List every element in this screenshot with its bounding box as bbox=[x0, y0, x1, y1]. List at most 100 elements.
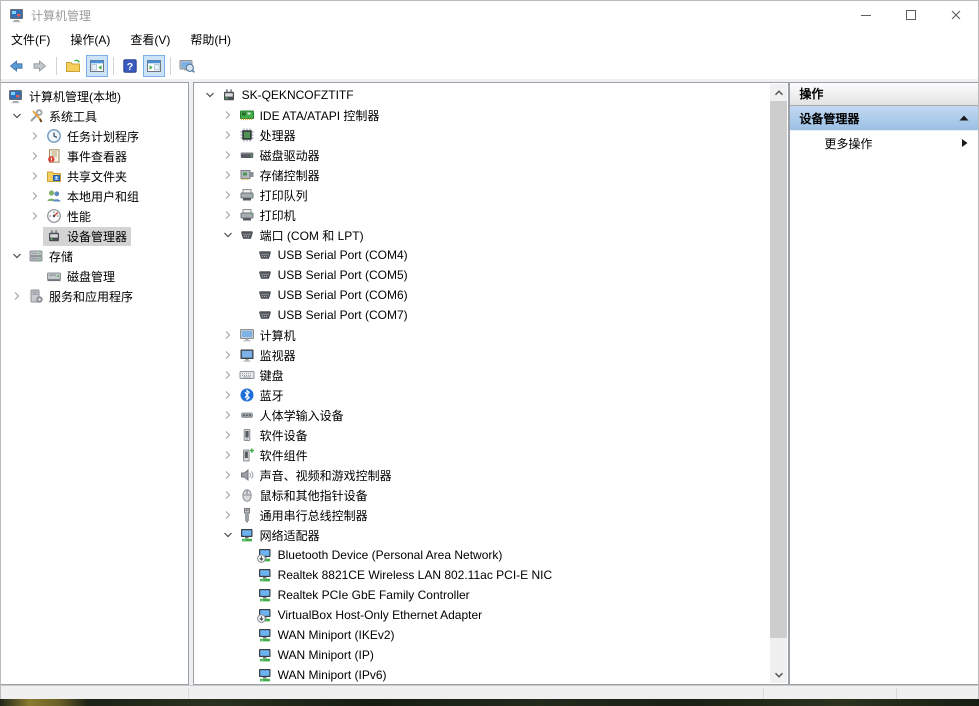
chevron-collapsed-icon[interactable] bbox=[220, 387, 236, 403]
tree-item-body[interactable]: 服务和应用程序 bbox=[25, 287, 137, 306]
chevron-collapsed-icon[interactable] bbox=[220, 187, 236, 203]
tree-item[interactable]: 存储控制器 bbox=[194, 165, 789, 185]
action-pane-toggle-button[interactable] bbox=[143, 55, 165, 77]
tree-item[interactable]: 磁盘驱动器 bbox=[194, 145, 789, 165]
tree-item[interactable]: 性能 bbox=[1, 206, 188, 226]
tree-item[interactable]: 端口 (COM 和 LPT) bbox=[194, 225, 789, 245]
tree-item-body[interactable]: 端口 (COM 和 LPT) bbox=[236, 226, 368, 245]
chevron-collapsed-icon[interactable] bbox=[27, 208, 43, 224]
tree-item[interactable]: 事件查看器 bbox=[1, 146, 188, 166]
scrollbar-thumb[interactable] bbox=[770, 101, 787, 638]
tree-item-body[interactable]: USB Serial Port (COM4) bbox=[254, 246, 412, 264]
tree-item[interactable]: 鼠标和其他指针设备 bbox=[194, 485, 789, 505]
tree-item[interactable]: 打印机 bbox=[194, 205, 789, 225]
tree-item-body[interactable]: Bluetooth Device (Personal Area Network) bbox=[254, 546, 507, 564]
tree-item-body[interactable]: VirtualBox Host-Only Ethernet Adapter bbox=[254, 606, 487, 624]
more-actions-item[interactable]: 更多操作 bbox=[790, 131, 978, 155]
tree-item[interactable]: 网络适配器 bbox=[194, 525, 789, 545]
chevron-collapsed-icon[interactable] bbox=[220, 107, 236, 123]
tree-item-body[interactable]: 性能 bbox=[43, 207, 95, 226]
tree-item[interactable]: WAN Miniport (IKEv2) bbox=[194, 625, 789, 645]
tree-item[interactable]: Realtek 8821CE Wireless LAN 802.11ac PCI… bbox=[194, 565, 789, 585]
chevron-collapsed-icon[interactable] bbox=[220, 327, 236, 343]
tree-item-body[interactable]: IDE ATA/ATAPI 控制器 bbox=[236, 106, 384, 125]
chevron-collapsed-icon[interactable] bbox=[220, 487, 236, 503]
close-button[interactable] bbox=[933, 1, 978, 29]
tree-item[interactable]: 设备管理器 bbox=[1, 226, 188, 246]
tree-item[interactable]: 任务计划程序 bbox=[1, 126, 188, 146]
chevron-collapsed-icon[interactable] bbox=[27, 168, 43, 184]
scroll-down-icon[interactable] bbox=[770, 666, 787, 683]
tree-item[interactable]: SK-QEKNCOFZTITF bbox=[194, 85, 789, 105]
tree-item-body[interactable]: 本地用户和组 bbox=[43, 187, 143, 206]
tree-item[interactable]: 监视器 bbox=[194, 345, 789, 365]
tree-item[interactable]: 键盘 bbox=[194, 365, 789, 385]
tree-item-body[interactable]: Realtek 8821CE Wireless LAN 802.11ac PCI… bbox=[254, 566, 557, 584]
tree-item[interactable]: Bluetooth Device (Personal Area Network) bbox=[194, 545, 789, 565]
tree-item-body[interactable]: 人体学输入设备 bbox=[236, 406, 348, 425]
tree-item-body[interactable]: 磁盘管理 bbox=[43, 267, 119, 286]
chevron-collapsed-icon[interactable] bbox=[220, 507, 236, 523]
tree-item-body[interactable]: 鼠标和其他指针设备 bbox=[236, 486, 372, 505]
tree-item[interactable]: WAN Miniport (IP) bbox=[194, 645, 789, 665]
tree-item[interactable]: 存储 bbox=[1, 246, 188, 266]
tree-item[interactable]: WAN Miniport (IPv6) bbox=[194, 665, 789, 685]
chevron-expanded-icon[interactable] bbox=[202, 87, 218, 103]
menu-item[interactable]: 帮助(H) bbox=[180, 29, 241, 52]
tree-item[interactable]: 处理器 bbox=[194, 125, 789, 145]
tree-item-body[interactable]: SK-QEKNCOFZTITF bbox=[218, 86, 358, 104]
collapse-chevron-icon[interactable] bbox=[956, 110, 972, 126]
tree-item-body[interactable]: 系统工具 bbox=[25, 107, 101, 126]
maximize-button[interactable] bbox=[888, 1, 933, 29]
chevron-collapsed-icon[interactable] bbox=[220, 467, 236, 483]
tree-item[interactable]: USB Serial Port (COM4) bbox=[194, 245, 789, 265]
tree-item-body[interactable]: 处理器 bbox=[236, 126, 300, 145]
tree-item-body[interactable]: 计算机管理(本地) bbox=[5, 87, 125, 106]
tree-item[interactable]: USB Serial Port (COM7) bbox=[194, 305, 789, 325]
chevron-collapsed-icon[interactable] bbox=[220, 447, 236, 463]
chevron-collapsed-icon[interactable] bbox=[27, 128, 43, 144]
tree-item-body[interactable]: 声音、视频和游戏控制器 bbox=[236, 466, 396, 485]
tree-item-body[interactable]: 存储 bbox=[25, 247, 77, 266]
tree-item[interactable]: 服务和应用程序 bbox=[1, 286, 188, 306]
tree-item-body[interactable]: 磁盘驱动器 bbox=[236, 146, 324, 165]
tree-item[interactable]: 计算机 bbox=[194, 325, 789, 345]
tree-item-body[interactable]: 打印队列 bbox=[236, 186, 312, 205]
tree-item-body[interactable]: 共享文件夹 bbox=[43, 167, 131, 186]
chevron-collapsed-icon[interactable] bbox=[220, 167, 236, 183]
tree-item[interactable]: 打印队列 bbox=[194, 185, 789, 205]
menu-item[interactable]: 文件(F) bbox=[1, 29, 60, 52]
tree-item[interactable]: IDE ATA/ATAPI 控制器 bbox=[194, 105, 789, 125]
tree-item-body[interactable]: WAN Miniport (IKEv2) bbox=[254, 626, 399, 644]
tree-item-body[interactable]: USB Serial Port (COM5) bbox=[254, 266, 412, 284]
back-button[interactable] bbox=[5, 55, 27, 77]
forward-button[interactable] bbox=[29, 55, 51, 77]
tree-item[interactable]: USB Serial Port (COM5) bbox=[194, 265, 789, 285]
chevron-expanded-icon[interactable] bbox=[220, 227, 236, 243]
tree-item-body[interactable]: 蓝牙 bbox=[236, 386, 288, 405]
tree-item-body[interactable]: 键盘 bbox=[236, 366, 288, 385]
tree-item[interactable]: 共享文件夹 bbox=[1, 166, 188, 186]
chevron-collapsed-icon[interactable] bbox=[9, 288, 25, 304]
tree-item-body[interactable]: 打印机 bbox=[236, 206, 300, 225]
menu-item[interactable]: 查看(V) bbox=[120, 29, 180, 52]
chevron-expanded-icon[interactable] bbox=[9, 108, 25, 124]
tree-item[interactable]: 本地用户和组 bbox=[1, 186, 188, 206]
tree-item[interactable]: USB Serial Port (COM6) bbox=[194, 285, 789, 305]
tree-item-body[interactable]: 通用串行总线控制器 bbox=[236, 506, 372, 525]
chevron-collapsed-icon[interactable] bbox=[220, 347, 236, 363]
console-tree-toggle-button[interactable] bbox=[86, 55, 108, 77]
open-folder-button[interactable] bbox=[62, 55, 84, 77]
tree-item-body[interactable]: 存储控制器 bbox=[236, 166, 324, 185]
scroll-up-icon[interactable] bbox=[770, 84, 787, 101]
vertical-scrollbar[interactable] bbox=[770, 84, 787, 683]
chevron-collapsed-icon[interactable] bbox=[220, 407, 236, 423]
tree-item[interactable]: 软件设备 bbox=[194, 425, 789, 445]
tree-item[interactable]: 蓝牙 bbox=[194, 385, 789, 405]
tree-item[interactable]: VirtualBox Host-Only Ethernet Adapter bbox=[194, 605, 789, 625]
tree-item[interactable]: 软件组件 bbox=[194, 445, 789, 465]
chevron-collapsed-icon[interactable] bbox=[27, 188, 43, 204]
chevron-collapsed-icon[interactable] bbox=[220, 427, 236, 443]
tree-item-body[interactable]: WAN Miniport (IP) bbox=[254, 646, 378, 664]
tree-item[interactable]: 计算机管理(本地) bbox=[1, 86, 188, 106]
